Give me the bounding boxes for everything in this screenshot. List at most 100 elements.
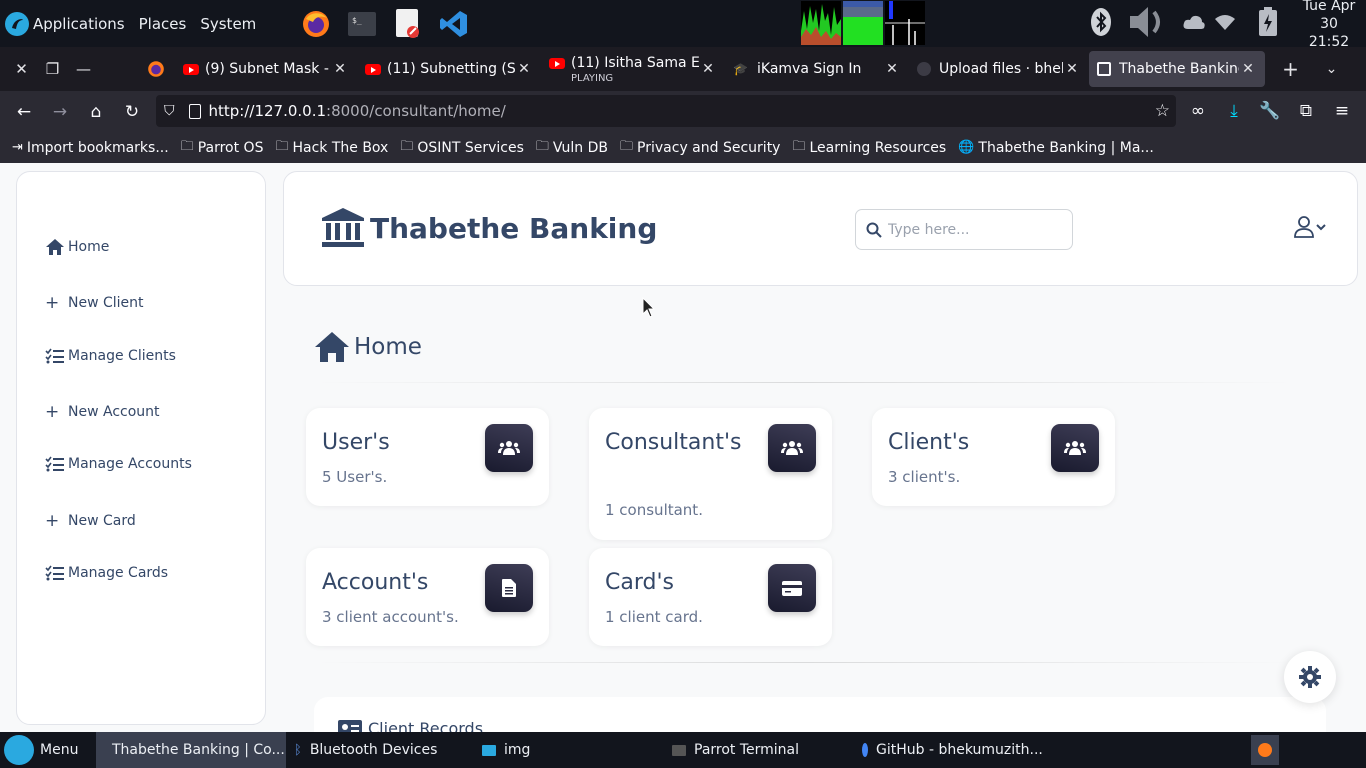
taskbar-task[interactable]: ᛒ Bluetooth Devices bbox=[286, 732, 474, 768]
sidebar-item-home[interactable]: Home bbox=[45, 238, 109, 256]
window-restore-icon[interactable]: ❐ bbox=[37, 47, 68, 91]
browser-tab[interactable]: (11) Subnetting (Sol ✕ bbox=[357, 51, 541, 87]
sidebar-item-label: New Card bbox=[68, 513, 136, 529]
system-clock[interactable]: Tue Apr 30 21:52 bbox=[1292, 0, 1366, 51]
applications-menu[interactable]: Applications bbox=[33, 15, 125, 33]
battery-icon[interactable] bbox=[1258, 6, 1278, 41]
client-records-title: Client Records bbox=[338, 719, 483, 732]
browser-tab[interactable]: (11) Isitha Sama Ex PLAYING ✕ bbox=[541, 51, 725, 87]
tab-close-icon[interactable]: ✕ bbox=[1063, 61, 1081, 77]
taskbar-task[interactable]: GitHub - bhekumuzith... bbox=[854, 732, 1044, 768]
tab-list-chevron-icon[interactable]: ⌄ bbox=[1316, 47, 1347, 91]
wrench-icon[interactable]: 🔧 bbox=[1252, 95, 1288, 127]
bookmark-folder[interactable]: 🗀 Parrot OS bbox=[181, 137, 264, 159]
firefox-view-icon[interactable] bbox=[143, 47, 169, 91]
forward-arrow-icon[interactable]: → bbox=[42, 96, 78, 128]
stat-card-users[interactable]: User's 5 User's. bbox=[306, 408, 549, 506]
tab-close-icon[interactable]: ✕ bbox=[699, 61, 717, 77]
hamburger-menu-icon[interactable]: ≡ bbox=[1324, 95, 1360, 127]
browser-tab-active[interactable]: Thabethe Banking | ✕ bbox=[1089, 51, 1265, 87]
user-menu[interactable] bbox=[1294, 216, 1326, 238]
volume-icon[interactable] bbox=[1128, 2, 1174, 46]
parrot-logo-icon[interactable] bbox=[5, 11, 29, 36]
url-bar[interactable]: ⛉ http://127.0.0.1:8000/consultant/home/… bbox=[156, 95, 1176, 127]
sidebar-item-manage-cards[interactable]: Manage Cards bbox=[45, 565, 168, 581]
url-host: http://127.0.0.1 bbox=[208, 102, 327, 120]
taskbar-menu-button[interactable]: Menu bbox=[0, 732, 90, 768]
url-text[interactable]: http://127.0.0.1:8000/consultant/home/ bbox=[209, 102, 506, 120]
bookmark-folder[interactable]: 🗀 Privacy and Security bbox=[620, 137, 780, 159]
bookmark-link[interactable]: 🌐 Thabethe Banking | Ma... bbox=[958, 140, 1154, 156]
bookmark-folder[interactable]: 🗀 Hack The Box bbox=[275, 137, 388, 159]
sidebar-item-new-client[interactable]: + New Client bbox=[45, 293, 144, 313]
back-arrow-icon[interactable]: ← bbox=[6, 96, 42, 128]
stat-card-accounts[interactable]: Account's 3 client account's. bbox=[306, 548, 549, 646]
bookmark-folder[interactable]: 🗀 Learning Resources bbox=[792, 137, 946, 159]
folder-icon: 🗀 bbox=[792, 138, 806, 154]
sidebar-item-label: Home bbox=[68, 239, 110, 255]
page-info-icon[interactable] bbox=[188, 103, 201, 119]
window-close-icon[interactable]: ✕ bbox=[6, 47, 37, 91]
bluetooth-icon[interactable] bbox=[1090, 7, 1112, 41]
page-title: Home bbox=[314, 331, 422, 363]
tab-close-icon[interactable]: ✕ bbox=[883, 61, 901, 77]
parrot-logo-icon bbox=[4, 735, 34, 765]
chevron-down-icon bbox=[1316, 223, 1326, 231]
extensions-icon[interactable]: ⧉ bbox=[1288, 95, 1324, 127]
sidebar-item-manage-accounts[interactable]: Manage Accounts bbox=[45, 456, 192, 472]
places-menu[interactable]: Places bbox=[139, 15, 187, 33]
tab-close-icon[interactable]: ✕ bbox=[515, 61, 533, 77]
home-icon bbox=[314, 331, 350, 363]
tab-close-icon[interactable]: ✕ bbox=[1239, 61, 1257, 77]
youtube-icon bbox=[183, 63, 199, 75]
search-box[interactable] bbox=[855, 209, 1073, 250]
task-label: Bluetooth Devices bbox=[309, 742, 438, 758]
brand[interactable]: Thabethe Banking bbox=[322, 208, 657, 248]
folder-icon: 🗀 bbox=[275, 138, 289, 154]
settings-gear-button[interactable] bbox=[1284, 651, 1336, 703]
bookmark-label: Import bookmarks... bbox=[26, 139, 169, 156]
shield-icon[interactable]: ⛉ bbox=[164, 103, 175, 119]
bookmark-star-icon[interactable]: ☆ bbox=[1155, 101, 1170, 121]
new-tab-icon[interactable]: + bbox=[1275, 47, 1306, 91]
text-editor-launcher-icon[interactable] bbox=[392, 8, 424, 40]
page-title-text: Home bbox=[354, 334, 422, 360]
stat-card-consultants[interactable]: Consultant's 1 consultant. bbox=[589, 408, 832, 540]
stat-card-subtitle: 3 client's. bbox=[888, 468, 961, 486]
cloud-icon[interactable] bbox=[1182, 13, 1206, 35]
users-icon bbox=[1051, 424, 1099, 472]
workspace-firefox-icon[interactable] bbox=[1251, 735, 1279, 765]
taskbar-task[interactable]: Parrot Terminal bbox=[664, 732, 854, 768]
taskbar-task[interactable]: Thabethe Banking | Co... bbox=[96, 732, 286, 768]
stat-card-clients[interactable]: Client's 3 client's. bbox=[872, 408, 1115, 506]
search-input[interactable] bbox=[888, 221, 1058, 238]
bookmark-label: Privacy and Security bbox=[637, 139, 781, 156]
home-icon[interactable]: ⌂ bbox=[78, 96, 114, 128]
sidebar-item-manage-clients[interactable]: Manage Clients bbox=[45, 348, 176, 364]
firefox-launcher-icon[interactable] bbox=[300, 8, 332, 40]
stat-card-cards[interactable]: Card's 1 client card. bbox=[589, 548, 832, 646]
tab-close-icon[interactable]: ✕ bbox=[331, 61, 349, 77]
window-minimize-icon[interactable]: — bbox=[68, 47, 99, 91]
bookmark-folder[interactable]: 🗀 OSINT Services bbox=[400, 137, 524, 159]
sidebar-item-new-card[interactable]: + New Card bbox=[45, 511, 136, 531]
network-graph bbox=[885, 1, 925, 45]
sidebar-item-new-account[interactable]: + New Account bbox=[45, 402, 160, 422]
wifi-icon[interactable] bbox=[1214, 13, 1236, 35]
browser-tab[interactable]: Upload files · bheku ✕ bbox=[909, 51, 1089, 87]
terminal-launcher-icon[interactable]: $_ bbox=[346, 8, 378, 40]
system-menu[interactable]: System bbox=[200, 15, 256, 33]
vscode-launcher-icon[interactable] bbox=[438, 8, 470, 40]
tab-title: (11) Subnetting (Sol bbox=[387, 61, 515, 77]
bookmark-label: Thabethe Banking | Ma... bbox=[978, 139, 1154, 156]
bookmark-folder[interactable]: 🗀 Vuln DB bbox=[536, 137, 608, 159]
private-mask-icon[interactable]: ∞ bbox=[1180, 95, 1216, 127]
bookmark-import[interactable]: ⇥ Import bookmarks... bbox=[12, 140, 169, 156]
browser-tab[interactable]: 🎓 iKamva Sign In ✕ bbox=[725, 51, 909, 87]
browser-tab[interactable]: (9) Subnet Mask - E ✕ bbox=[175, 51, 357, 87]
taskbar-task[interactable]: img bbox=[474, 732, 664, 768]
list-check-icon bbox=[45, 565, 65, 581]
folder-icon: 🗀 bbox=[620, 138, 634, 154]
reload-icon[interactable]: ↻ bbox=[114, 96, 150, 128]
download-icon[interactable]: ⤓ bbox=[1216, 95, 1252, 127]
